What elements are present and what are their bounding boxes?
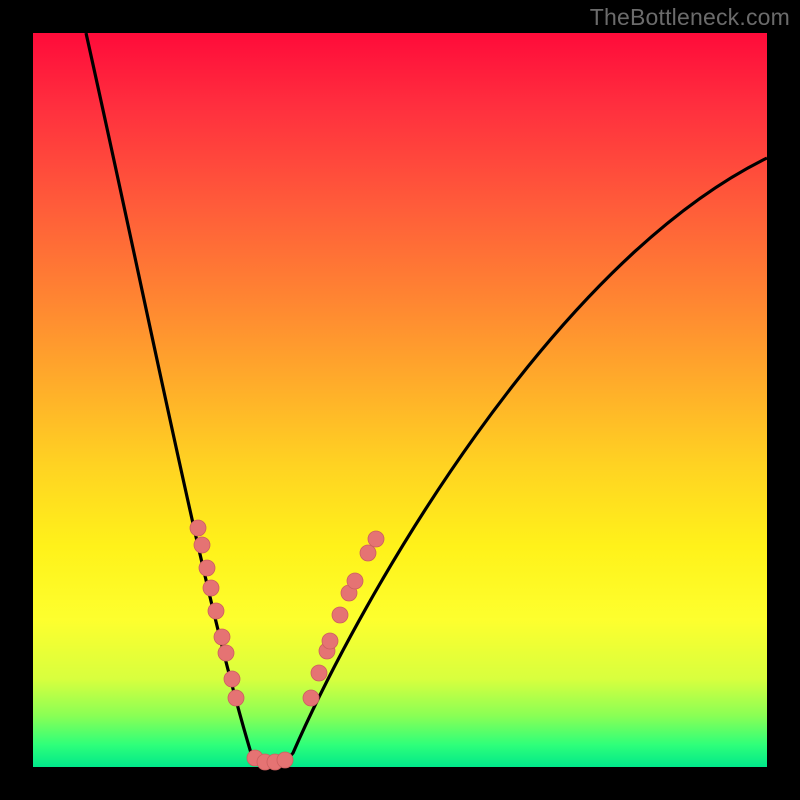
dot xyxy=(199,560,215,576)
dot xyxy=(322,633,338,649)
dot xyxy=(224,671,240,687)
dot xyxy=(368,531,384,547)
curve-svg xyxy=(33,33,767,767)
dot xyxy=(311,665,327,681)
dot xyxy=(277,752,293,768)
dot xyxy=(203,580,219,596)
dots-bottom xyxy=(247,750,293,770)
dot xyxy=(190,520,206,536)
dot xyxy=(214,629,230,645)
outer-frame: TheBottleneck.com xyxy=(0,0,800,800)
dots-left xyxy=(190,520,244,706)
dot xyxy=(194,537,210,553)
dot xyxy=(360,545,376,561)
bottleneck-curve xyxy=(86,33,767,764)
dots-right xyxy=(303,531,384,706)
dot xyxy=(332,607,348,623)
dot xyxy=(347,573,363,589)
watermark-text: TheBottleneck.com xyxy=(590,4,790,31)
dot xyxy=(218,645,234,661)
dot xyxy=(303,690,319,706)
plot-area xyxy=(33,33,767,767)
dot xyxy=(228,690,244,706)
dot xyxy=(208,603,224,619)
